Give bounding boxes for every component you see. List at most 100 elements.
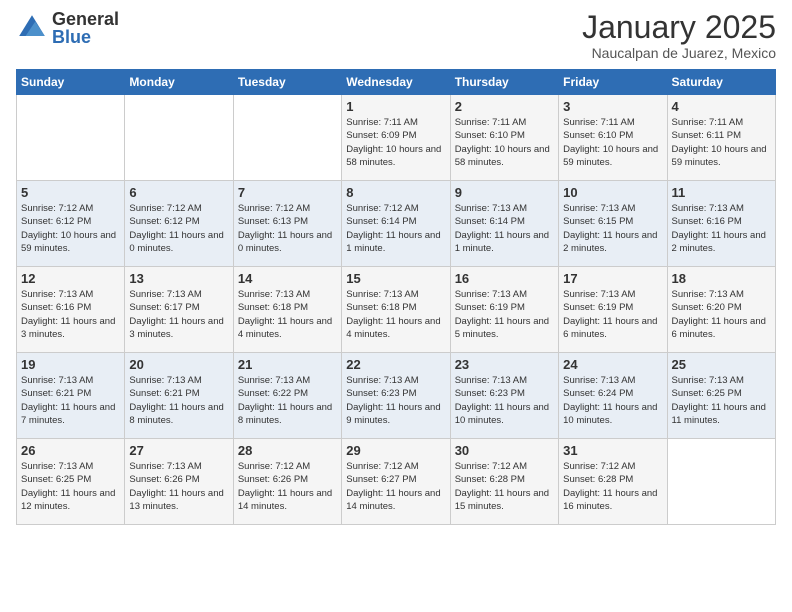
day-info: Sunrise: 7:12 AMSunset: 6:28 PMDaylight:… [455, 460, 554, 513]
day-number: 8 [346, 185, 445, 200]
day-number: 2 [455, 99, 554, 114]
day-info: Sunrise: 7:13 AMSunset: 6:19 PMDaylight:… [455, 288, 554, 341]
table-row: 23Sunrise: 7:13 AMSunset: 6:23 PMDayligh… [450, 353, 558, 439]
logo-text: General Blue [52, 10, 119, 46]
day-info: Sunrise: 7:12 AMSunset: 6:27 PMDaylight:… [346, 460, 445, 513]
page: General Blue January 2025 Naucalpan de J… [0, 0, 792, 612]
table-row: 22Sunrise: 7:13 AMSunset: 6:23 PMDayligh… [342, 353, 450, 439]
header-sunday: Sunday [17, 70, 125, 95]
header-tuesday: Tuesday [233, 70, 341, 95]
table-row: 4 Sunrise: 7:11 AMSunset: 6:11 PMDaylight… [667, 95, 775, 181]
day-info: Sunrise: 7:13 AMSunset: 6:16 PMDaylight:… [21, 288, 120, 341]
day-info: Sunrise: 7:13 AMSunset: 6:21 PMDaylight:… [129, 374, 228, 427]
calendar-header-row: Sunday Monday Tuesday Wednesday Thursday… [17, 70, 776, 95]
table-row: 29 Sunrise: 7:12 AMSunset: 6:27 PMDayligh… [342, 439, 450, 525]
day-number: 28 [238, 443, 337, 458]
table-row [17, 95, 125, 181]
day-number: 19 [21, 357, 120, 372]
day-info: Sunrise: 7:11 AMSunset: 6:09 PMDaylight:… [346, 116, 445, 169]
table-row: 11 Sunrise: 7:13 AMSunset: 6:16 PMDayligh… [667, 181, 775, 267]
day-info: Sunrise: 7:12 AMSunset: 6:26 PMDaylight:… [238, 460, 337, 513]
table-row: 2 Sunrise: 7:11 AMSunset: 6:10 PMDaylight… [450, 95, 558, 181]
day-number: 23 [455, 357, 554, 372]
header-friday: Friday [559, 70, 667, 95]
month-title: January 2025 [582, 10, 776, 45]
table-row: 25Sunrise: 7:13 AMSunset: 6:25 PMDayligh… [667, 353, 775, 439]
logo-general-text: General [52, 10, 119, 28]
day-info: Sunrise: 7:11 AMSunset: 6:10 PMDaylight:… [563, 116, 662, 169]
calendar-week-row: 12 Sunrise: 7:13 AMSunset: 6:16 PMDayligh… [17, 267, 776, 353]
table-row: 6 Sunrise: 7:12 AMSunset: 6:12 PMDaylight… [125, 181, 233, 267]
table-row: 19 Sunrise: 7:13 AMSunset: 6:21 PMDayligh… [17, 353, 125, 439]
logo-blue-text: Blue [52, 28, 119, 46]
table-row: 9Sunrise: 7:13 AMSunset: 6:14 PMDaylight… [450, 181, 558, 267]
table-row: 15Sunrise: 7:13 AMSunset: 6:18 PMDayligh… [342, 267, 450, 353]
calendar-week-row: 5 Sunrise: 7:12 AMSunset: 6:12 PMDaylight… [17, 181, 776, 267]
day-info: Sunrise: 7:12 AMSunset: 6:28 PMDaylight:… [563, 460, 662, 513]
table-row: 30Sunrise: 7:12 AMSunset: 6:28 PMDayligh… [450, 439, 558, 525]
table-row: 24Sunrise: 7:13 AMSunset: 6:24 PMDayligh… [559, 353, 667, 439]
header-thursday: Thursday [450, 70, 558, 95]
day-info: Sunrise: 7:13 AMSunset: 6:25 PMDaylight:… [21, 460, 120, 513]
header: General Blue January 2025 Naucalpan de J… [16, 10, 776, 61]
day-number: 26 [21, 443, 120, 458]
table-row: 7Sunrise: 7:12 AMSunset: 6:13 PMDaylight… [233, 181, 341, 267]
table-row: 27Sunrise: 7:13 AMSunset: 6:26 PMDayligh… [125, 439, 233, 525]
day-number: 6 [129, 185, 228, 200]
day-number: 1 [346, 99, 445, 114]
table-row: 13Sunrise: 7:13 AMSunset: 6:17 PMDayligh… [125, 267, 233, 353]
day-number: 9 [455, 185, 554, 200]
calendar-week-row: 19 Sunrise: 7:13 AMSunset: 6:21 PMDayligh… [17, 353, 776, 439]
logo: General Blue [16, 10, 119, 46]
day-info: Sunrise: 7:12 AMSunset: 6:12 PMDaylight:… [21, 202, 120, 255]
table-row: 14 Sunrise: 7:13 AMSunset: 6:18 PMDayligh… [233, 267, 341, 353]
day-info: Sunrise: 7:13 AMSunset: 6:25 PMDaylight:… [672, 374, 771, 427]
table-row: 26 Sunrise: 7:13 AMSunset: 6:25 PMDayligh… [17, 439, 125, 525]
table-row: 1 Sunrise: 7:11 AMSunset: 6:09 PMDaylight… [342, 95, 450, 181]
table-row [125, 95, 233, 181]
table-row: 18 Sunrise: 7:13 AMSunset: 6:20 PMDayligh… [667, 267, 775, 353]
day-info: Sunrise: 7:11 AMSunset: 6:11 PMDaylight:… [672, 116, 771, 169]
day-info: Sunrise: 7:13 AMSunset: 6:26 PMDaylight:… [129, 460, 228, 513]
day-info: Sunrise: 7:13 AMSunset: 6:21 PMDaylight:… [21, 374, 120, 427]
day-info: Sunrise: 7:13 AMSunset: 6:24 PMDaylight:… [563, 374, 662, 427]
logo-icon [16, 12, 48, 44]
header-monday: Monday [125, 70, 233, 95]
day-info: Sunrise: 7:11 AMSunset: 6:10 PMDaylight:… [455, 116, 554, 169]
day-number: 12 [21, 271, 120, 286]
location-subtitle: Naucalpan de Juarez, Mexico [582, 45, 776, 61]
table-row: 10Sunrise: 7:13 AMSunset: 6:15 PMDayligh… [559, 181, 667, 267]
day-number: 14 [238, 271, 337, 286]
day-info: Sunrise: 7:13 AMSunset: 6:18 PMDaylight:… [346, 288, 445, 341]
day-info: Sunrise: 7:13 AMSunset: 6:22 PMDaylight:… [238, 374, 337, 427]
day-number: 7 [238, 185, 337, 200]
day-info: Sunrise: 7:12 AMSunset: 6:12 PMDaylight:… [129, 202, 228, 255]
day-number: 29 [346, 443, 445, 458]
table-row: 3 Sunrise: 7:11 AMSunset: 6:10 PMDaylight… [559, 95, 667, 181]
title-block: January 2025 Naucalpan de Juarez, Mexico [582, 10, 776, 61]
header-wednesday: Wednesday [342, 70, 450, 95]
day-number: 3 [563, 99, 662, 114]
day-info: Sunrise: 7:13 AMSunset: 6:15 PMDaylight:… [563, 202, 662, 255]
day-number: 18 [672, 271, 771, 286]
table-row: 17Sunrise: 7:13 AMSunset: 6:19 PMDayligh… [559, 267, 667, 353]
header-saturday: Saturday [667, 70, 775, 95]
day-number: 4 [672, 99, 771, 114]
table-row: 31 Sunrise: 7:12 AMSunset: 6:28 PMDayligh… [559, 439, 667, 525]
day-number: 5 [21, 185, 120, 200]
table-row: 16 Sunrise: 7:13 AMSunset: 6:19 PMDayligh… [450, 267, 558, 353]
day-number: 31 [563, 443, 662, 458]
calendar-table: Sunday Monday Tuesday Wednesday Thursday… [16, 69, 776, 525]
day-info: Sunrise: 7:13 AMSunset: 6:20 PMDaylight:… [672, 288, 771, 341]
day-info: Sunrise: 7:12 AMSunset: 6:14 PMDaylight:… [346, 202, 445, 255]
day-info: Sunrise: 7:13 AMSunset: 6:16 PMDaylight:… [672, 202, 771, 255]
day-info: Sunrise: 7:13 AMSunset: 6:19 PMDaylight:… [563, 288, 662, 341]
day-number: 13 [129, 271, 228, 286]
table-row: 21 Sunrise: 7:13 AMSunset: 6:22 PMDayligh… [233, 353, 341, 439]
calendar-week-row: 1 Sunrise: 7:11 AMSunset: 6:09 PMDaylight… [17, 95, 776, 181]
day-info: Sunrise: 7:13 AMSunset: 6:18 PMDaylight:… [238, 288, 337, 341]
day-number: 11 [672, 185, 771, 200]
day-number: 16 [455, 271, 554, 286]
table-row: 20Sunrise: 7:13 AMSunset: 6:21 PMDayligh… [125, 353, 233, 439]
day-number: 21 [238, 357, 337, 372]
